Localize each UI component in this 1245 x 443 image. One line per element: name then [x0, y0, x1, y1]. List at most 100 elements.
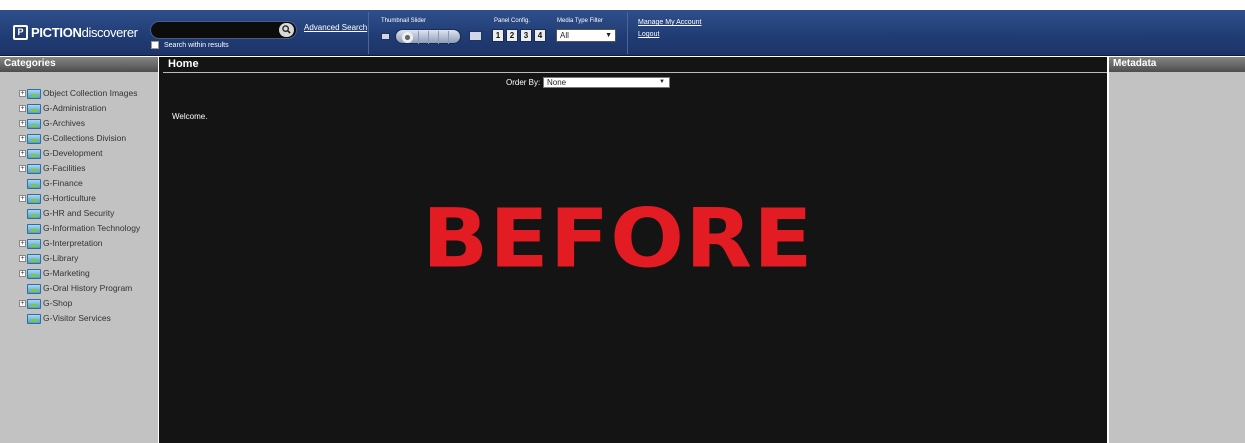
- expand-plus-icon[interactable]: +: [19, 270, 26, 277]
- panel-config-button-4[interactable]: 4: [534, 29, 546, 42]
- search-box: [150, 21, 297, 41]
- slider-tick: [448, 31, 449, 44]
- logo-bold-text: PICTION: [31, 25, 82, 40]
- search-within-results[interactable]: Search within results: [151, 41, 229, 49]
- metadata-panel: [1109, 72, 1245, 443]
- expand-plus-icon[interactable]: +: [19, 165, 26, 172]
- category-item[interactable]: + G-Interpretation: [0, 236, 158, 251]
- category-item[interactable]: G-Visitor Services: [0, 311, 158, 326]
- search-button[interactable]: [279, 23, 294, 37]
- categories-panel: + Object Collection Images + G-Administrati…: [0, 72, 158, 443]
- media-type-value: All: [560, 31, 569, 40]
- folder-icon: [27, 299, 41, 309]
- category-label[interactable]: G-Information Technology: [43, 221, 140, 236]
- slider-tick: [428, 31, 429, 44]
- category-label[interactable]: G-Visitor Services: [43, 311, 111, 326]
- category-item[interactable]: + G-Marketing: [0, 266, 158, 281]
- panel-config-button-1[interactable]: 1: [492, 29, 504, 42]
- folder-icon: [27, 239, 41, 249]
- manage-account-link[interactable]: Manage My Account: [638, 19, 701, 26]
- category-item[interactable]: + G-Development: [0, 146, 158, 161]
- expand-plus-icon[interactable]: +: [19, 120, 26, 127]
- category-label[interactable]: G-Finance: [43, 176, 83, 191]
- expand-plus-icon[interactable]: +: [19, 150, 26, 157]
- category-label[interactable]: G-Archives: [43, 116, 85, 131]
- panel-config-button-3[interactable]: 3: [520, 29, 532, 42]
- category-item[interactable]: G-Information Technology: [0, 221, 158, 236]
- expand-plus-icon[interactable]: +: [19, 240, 26, 247]
- panel-config-button-2[interactable]: 2: [506, 29, 518, 42]
- folder-icon: [27, 224, 41, 234]
- category-label[interactable]: G-Marketing: [43, 266, 90, 281]
- category-item[interactable]: + G-Library: [0, 251, 158, 266]
- category-label[interactable]: G-Horticulture: [43, 191, 96, 206]
- large-thumbnail-icon[interactable]: [469, 31, 482, 41]
- category-item[interactable]: + G-Horticulture: [0, 191, 158, 206]
- media-type-select[interactable]: All ▼: [556, 29, 616, 42]
- expand-plus-icon[interactable]: +: [19, 255, 26, 262]
- category-item[interactable]: G-Oral History Program: [0, 281, 158, 296]
- folder-icon: [27, 269, 41, 279]
- folder-icon: [27, 104, 41, 114]
- category-label[interactable]: G-Interpretation: [43, 236, 103, 251]
- logout-link[interactable]: Logout: [638, 31, 659, 38]
- expand-plus-icon[interactable]: +: [19, 135, 26, 142]
- order-by-value: None: [547, 78, 567, 87]
- search-within-checkbox[interactable]: [151, 41, 159, 49]
- page-title: Home: [168, 58, 199, 70]
- order-by-label: Order By:: [506, 78, 541, 87]
- folder-icon: [27, 284, 41, 294]
- folder-icon: [27, 209, 41, 219]
- slider-tick: [418, 31, 419, 44]
- folder-icon: [27, 179, 41, 189]
- category-item[interactable]: G-HR and Security: [0, 206, 158, 221]
- category-item[interactable]: + G-Collections Division: [0, 131, 158, 146]
- folder-icon: [27, 134, 41, 144]
- small-thumbnail-icon[interactable]: [381, 33, 390, 40]
- categories-header: Categories: [0, 57, 158, 72]
- order-by-select[interactable]: None ▼: [543, 77, 670, 88]
- category-label[interactable]: G-HR and Security: [43, 206, 114, 221]
- welcome-text: Welcome.: [172, 112, 208, 121]
- expand-plus-icon[interactable]: +: [19, 105, 26, 112]
- category-label[interactable]: G-Facilities: [43, 161, 86, 176]
- category-item[interactable]: G-Finance: [0, 176, 158, 191]
- folder-icon: [27, 119, 41, 129]
- category-item[interactable]: + G-Shop: [0, 296, 158, 311]
- toolbar-divider: [368, 12, 369, 54]
- folder-icon: [27, 89, 41, 99]
- category-item[interactable]: + G-Facilities: [0, 161, 158, 176]
- folder-icon: [27, 149, 41, 159]
- expand-plus-icon[interactable]: +: [19, 195, 26, 202]
- folder-icon: [27, 194, 41, 204]
- magnifier-icon: [282, 25, 291, 34]
- logo-thin-text: discoverer: [81, 25, 138, 40]
- folder-icon: [27, 314, 41, 324]
- category-tree: + Object Collection Images + G-Administrati…: [0, 72, 158, 326]
- category-item[interactable]: + Object Collection Images: [0, 86, 158, 101]
- search-within-label: Search within results: [164, 41, 229, 49]
- search-input[interactable]: [151, 24, 271, 41]
- category-label[interactable]: G-Administration: [43, 101, 106, 116]
- folder-icon: [27, 254, 41, 264]
- piction-logo[interactable]: P PICTION discoverer: [13, 25, 138, 40]
- category-label[interactable]: G-Oral History Program: [43, 281, 132, 296]
- thumbnail-slider[interactable]: [395, 29, 461, 44]
- category-label[interactable]: G-Collections Division: [43, 131, 126, 146]
- category-label[interactable]: G-Development: [43, 146, 103, 161]
- title-divider: [163, 72, 1107, 73]
- chevron-down-icon: ▼: [605, 32, 612, 39]
- expand-plus-icon[interactable]: +: [19, 300, 26, 307]
- media-type-filter-label: Media Type Filter: [557, 18, 603, 24]
- folder-icon: [27, 164, 41, 174]
- slider-knob[interactable]: [402, 32, 413, 43]
- category-label[interactable]: G-Shop: [43, 296, 72, 311]
- category-item[interactable]: + G-Administration: [0, 101, 158, 116]
- advanced-search-link[interactable]: Advanced Search: [304, 23, 367, 32]
- category-label[interactable]: Object Collection Images: [43, 86, 138, 101]
- metadata-header: Metadata: [1109, 57, 1245, 72]
- expand-plus-icon[interactable]: +: [19, 90, 26, 97]
- category-label[interactable]: G-Library: [43, 251, 78, 266]
- category-item[interactable]: + G-Archives: [0, 116, 158, 131]
- thumbnail-slider-label: Thumbnail Slider: [381, 18, 427, 24]
